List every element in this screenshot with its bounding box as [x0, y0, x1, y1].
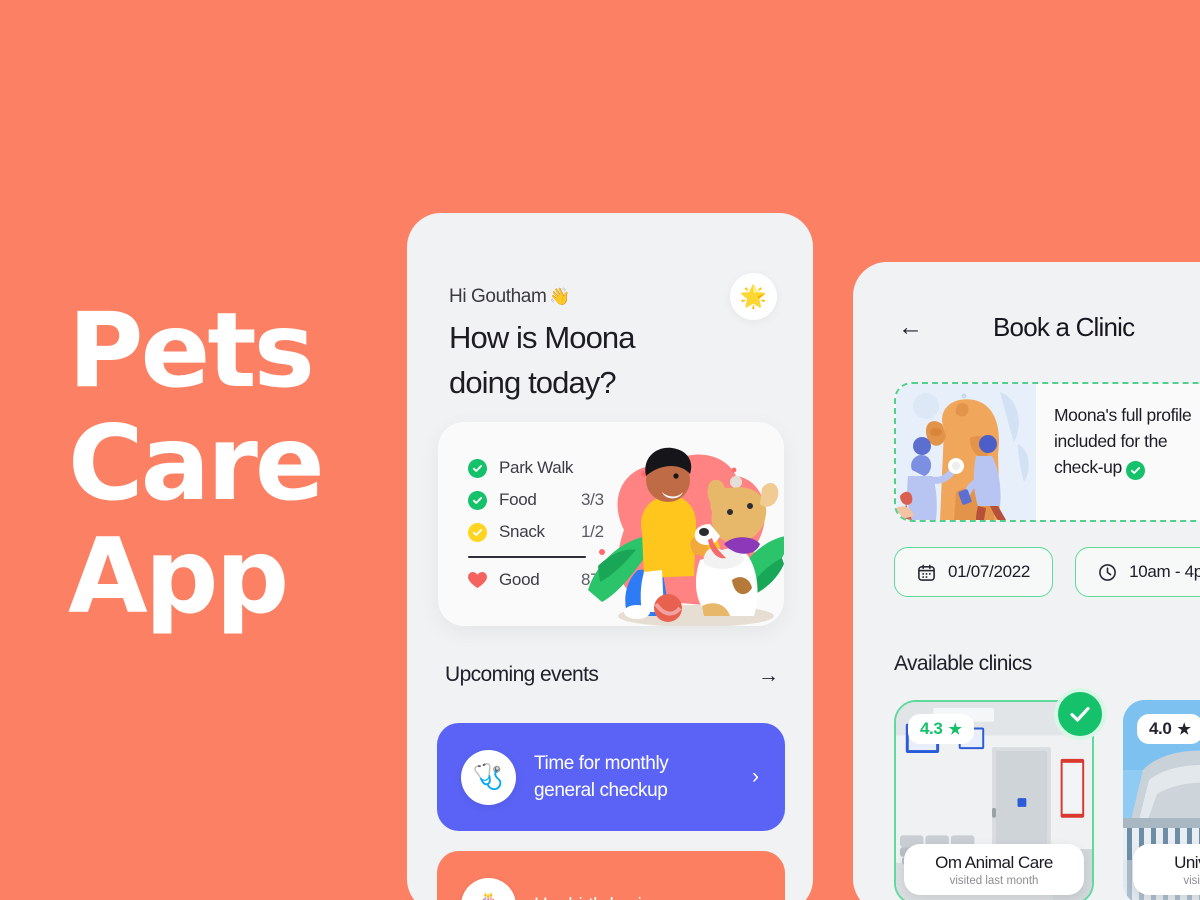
event-line-1: Her birthday is near	[534, 892, 692, 900]
clinic-name: Om Animal Care	[935, 853, 1053, 872]
profile-banner[interactable]: Moona's full profile included for the ch…	[894, 382, 1200, 522]
clinics-title: Available clinics	[894, 652, 1032, 675]
stethoscope-icon: 🩺	[461, 749, 516, 805]
greeting-text: Hi Goutham	[449, 285, 547, 307]
activity-label: Food	[499, 490, 537, 509]
cake-glyph: 🎂	[473, 891, 504, 900]
events-title: Upcoming events	[445, 663, 599, 686]
stethoscope-glyph: 🩺	[472, 762, 505, 791]
clinic-subtitle: visited last month	[949, 875, 1039, 887]
check-circle-icon	[1125, 461, 1145, 480]
clinic-rating: 4.3 ★	[908, 714, 974, 744]
event-text: Her birthday is near	[534, 892, 692, 900]
hero-title: Pets Care App	[68, 291, 325, 637]
clock-icon	[1099, 563, 1117, 581]
events-header: Upcoming events →	[445, 663, 779, 687]
clinic-card-selected[interactable]: 4.3 ★ Om Animal Care visited last month	[894, 688, 1106, 900]
phone-home-screen: Hi Goutham 👋 🌟 How is Moona doing today?…	[407, 213, 813, 900]
check-circle-icon	[468, 490, 487, 510]
clinics-list: 4.3 ★ Om Animal Care visited last month	[894, 688, 1200, 900]
divider	[468, 556, 586, 558]
banner-line-3: check-up	[1054, 457, 1122, 477]
star-icon: 🌟	[739, 283, 768, 309]
event-text: Time for monthly general checkup	[534, 750, 669, 804]
clinic-rating: 4.0 ★	[1137, 714, 1200, 744]
birthday-cake-icon: 🎂	[461, 877, 516, 900]
banner-text: Moona's full profile included for the ch…	[1054, 402, 1200, 480]
booking-filters: 01/07/2022 10am - 4pm	[894, 547, 1200, 597]
person-hugging-dog-illustration	[588, 447, 784, 626]
hero-line-1: Pets	[68, 291, 315, 411]
headline-line-1: How is Moona	[449, 320, 636, 355]
page-title: How is Moona doing today?	[449, 315, 636, 405]
star-badge-button[interactable]: 🌟	[730, 273, 777, 320]
vet-dog-illustration	[896, 384, 1036, 520]
date-chip[interactable]: 01/07/2022	[894, 547, 1054, 597]
profile-banner-body: Moona's full profile included for the ch…	[1036, 384, 1200, 520]
home-header: Hi Goutham 👋 🌟	[449, 273, 777, 320]
headline-line-2: doing today?	[449, 365, 617, 400]
hero-line-3: App	[68, 517, 289, 637]
clinic-card[interactable]: 4.0 ★ University Pet visited last year	[1123, 700, 1200, 900]
clinics-header: Available clinics	[894, 652, 1200, 676]
greeting: Hi Goutham 👋	[449, 285, 571, 308]
event-line-2: general checkup	[534, 780, 668, 801]
heart-icon	[468, 571, 487, 590]
back-arrow-icon[interactable]: ←	[898, 315, 923, 340]
event-card-checkup[interactable]: 🩺 Time for monthly general checkup ›	[437, 723, 785, 831]
chevron-right-icon: ›	[752, 893, 759, 900]
banner-line-2: included for the	[1054, 431, 1168, 451]
activity-label: Park Walk	[499, 458, 574, 477]
banner-line-1: Moona's full profile	[1054, 405, 1192, 425]
date-value: 01/07/2022	[948, 562, 1031, 581]
star-icon: ★	[1177, 721, 1191, 738]
activity-label: Snack	[499, 522, 545, 541]
star-icon: ★	[948, 721, 962, 738]
clinic-subtitle: visited last year	[1183, 875, 1200, 887]
rating-value: 4.0	[1149, 719, 1172, 738]
time-value: 10am - 4pm	[1129, 562, 1200, 581]
calendar-icon	[918, 564, 935, 581]
selected-check-icon	[1054, 688, 1106, 740]
booking-title: Book a Clinic	[993, 312, 1135, 342]
hero-line-2: Care	[68, 404, 325, 524]
waving-hand-icon: 👋	[549, 286, 571, 306]
activity-card[interactable]: Park Walk Food 3/3 Snack 1/2 Good	[438, 422, 784, 626]
rating-value: 4.3	[920, 719, 943, 738]
check-circle-icon	[468, 522, 487, 542]
check-circle-icon	[468, 458, 487, 478]
event-line-1: Time for monthly	[534, 753, 669, 774]
summary-label: Good	[499, 570, 540, 589]
booking-header: ← Book a Clinic	[898, 312, 1200, 343]
clinic-name: University Pet	[1174, 853, 1200, 872]
arrow-right-icon[interactable]: →	[758, 665, 779, 686]
chevron-right-icon: ›	[752, 765, 759, 788]
clinic-label: University Pet visited last year	[1133, 844, 1200, 895]
time-chip[interactable]: 10am - 4pm	[1075, 547, 1200, 597]
event-card-birthday[interactable]: 🎂 Her birthday is near ›	[437, 851, 785, 900]
clinic-label: Om Animal Care visited last month	[904, 844, 1084, 895]
phone-booking-screen: ← Book a Clinic Moona's full profile inc…	[853, 262, 1200, 900]
